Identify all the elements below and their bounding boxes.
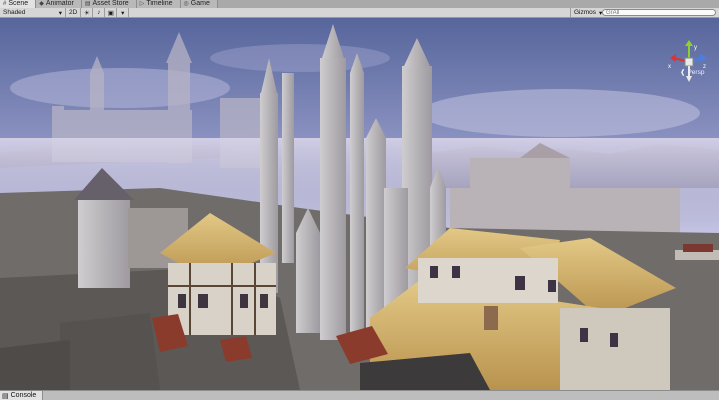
toggle-2d-button[interactable]: 2D (66, 8, 82, 17)
tab-timeline[interactable]: ▷ Timeline (136, 0, 181, 8)
tab-timeline-label: Timeline (146, 0, 173, 7)
projection-icon: ❰ (680, 69, 686, 76)
audio-toggle-icon[interactable]: ♪ (93, 8, 106, 17)
scene-toolbar: Shaded ▾ 2D ☀ ♪ ▣ ▾ Gizmos ▾ GrAll (0, 8, 719, 18)
gizmos-label: Gizmos (574, 9, 597, 16)
tab-animator-label: Animator (45, 0, 74, 7)
shading-mode-label: Shaded (3, 9, 26, 16)
tab-scene[interactable]: # Scene (0, 0, 37, 8)
projection-toggle[interactable]: ❰ Persp (680, 68, 705, 77)
tab-game-label: Game (190, 0, 210, 7)
timeline-icon: ▷ (139, 1, 145, 7)
hierarchy-search-input[interactable]: GrAll (602, 9, 716, 16)
axis-y-label: y (694, 45, 697, 51)
search-placeholder: GrAll (606, 9, 620, 16)
game-icon: ◎ (183, 1, 189, 7)
projection-label: Persp (687, 68, 705, 76)
gizmos-dropdown[interactable]: Gizmos ▾ (570, 8, 605, 17)
tab-asset-store[interactable]: ▤ Asset Store (81, 0, 137, 8)
lighting-toggle-icon[interactable]: ☀ (81, 8, 94, 17)
orientation-gizmo-icon[interactable]: y x z (668, 40, 710, 88)
effects-dropdown-icon[interactable]: ▾ (117, 8, 130, 17)
animator-icon: ◆ (39, 1, 44, 7)
tab-asset-store-label: Asset Store (92, 0, 129, 7)
tab-console-label: Console (10, 392, 37, 399)
scene-render (0, 18, 719, 390)
tab-console[interactable]: ▤ Console (0, 391, 44, 400)
effects-toggle-icon[interactable]: ▣ (105, 8, 118, 17)
console-icon: ▤ (2, 392, 9, 400)
chevron-down-icon: ▾ (58, 9, 62, 17)
axis-x-label: x (668, 64, 671, 70)
tab-scene-label: Scene (8, 0, 29, 7)
scene-icon: # (3, 1, 7, 7)
shading-mode-dropdown[interactable]: Shaded ▾ (0, 8, 66, 17)
console-tab-bar: ▤ Console (0, 390, 719, 400)
tab-game[interactable]: ◎ Game (180, 0, 218, 8)
tab-animator[interactable]: ◆ Animator (36, 0, 82, 8)
editor-tab-bar: # Scene ◆ Animator ▤ Asset Store ▷ Timel… (0, 0, 719, 8)
scene-viewport[interactable]: y x z (0, 18, 719, 390)
asset-store-icon: ▤ (84, 1, 91, 7)
